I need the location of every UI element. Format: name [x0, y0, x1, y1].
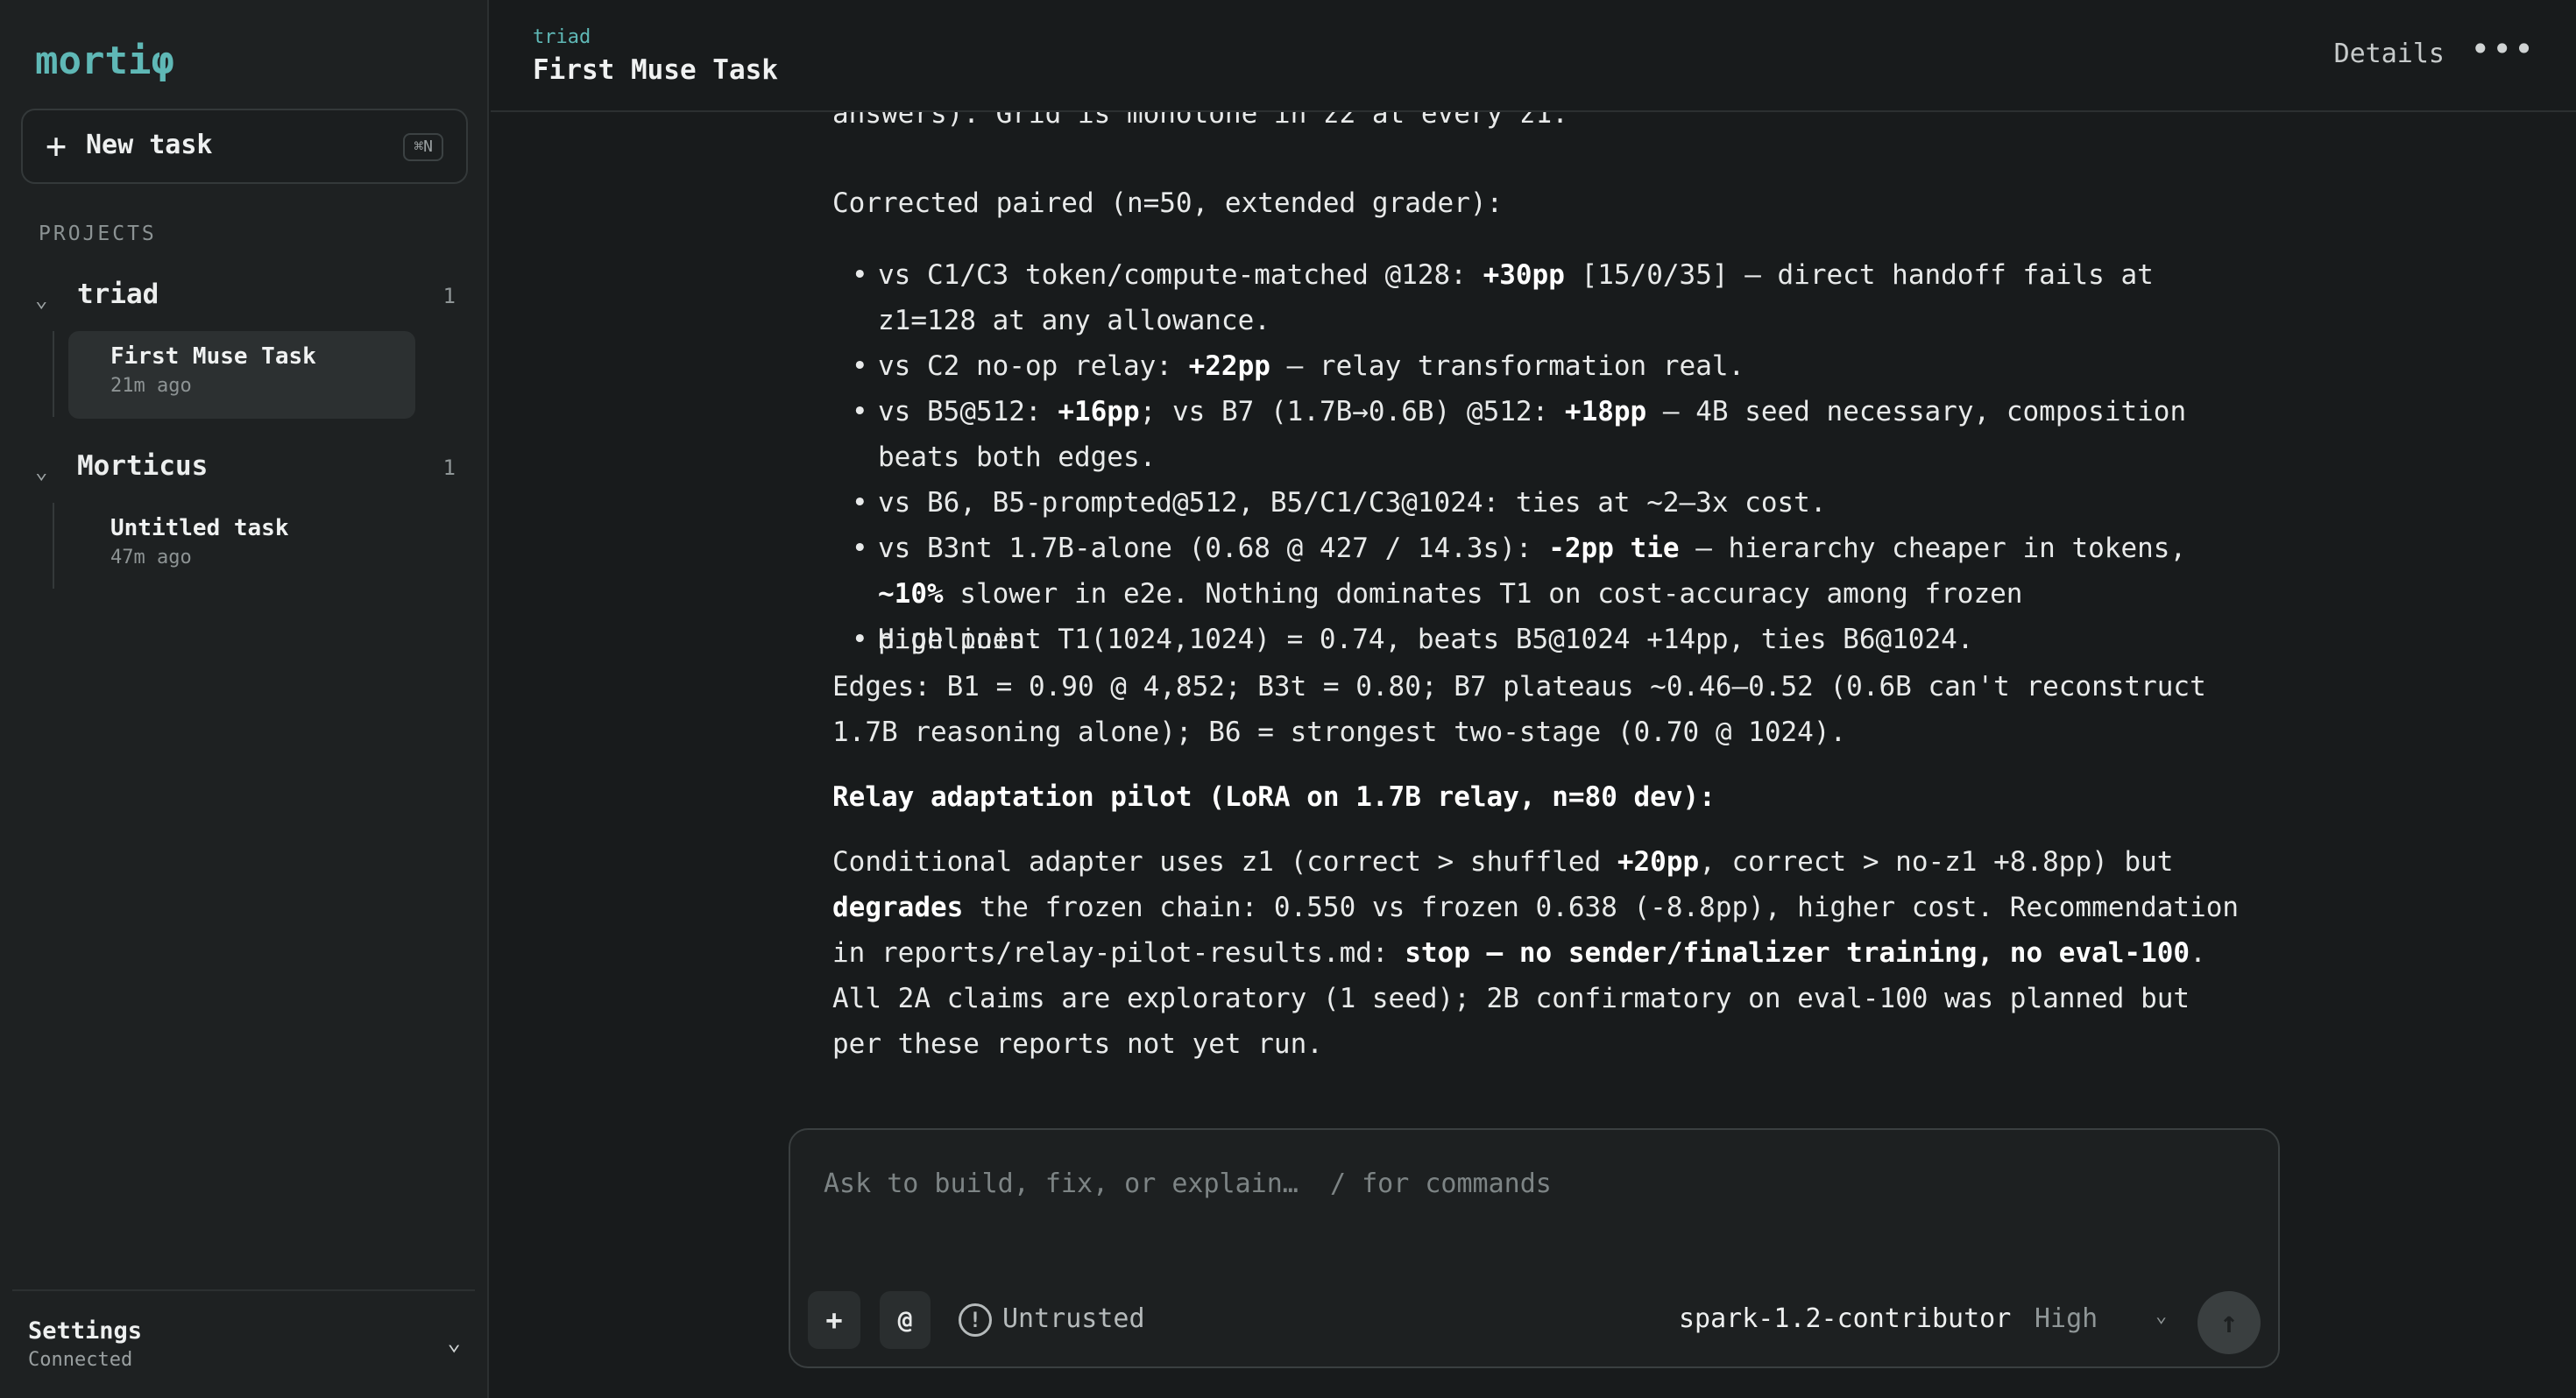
tree-line [53, 331, 54, 417]
project-triad[interactable]: ⌄ triad 1 [35, 277, 456, 315]
relay-paragraph: Conditional adapter uses z1 (correct > s… [832, 846, 2240, 969]
settings-panel[interactable]: Settings Connected ⌄ [12, 1289, 475, 1398]
relay-heading: Relay adaptation pilot (LoRA on 1.7B rel… [832, 781, 1716, 813]
more-horizontal-icon[interactable]: ••• [2470, 30, 2536, 68]
exclamation-circle-icon: ! [959, 1303, 992, 1337]
list-item: • vs C1/C3 token/compute-matched @128: +3… [852, 252, 2192, 343]
bullet-dot: • [852, 624, 868, 655]
prompt-input[interactable] [822, 1161, 2224, 1205]
project-task-count: 1 [442, 284, 456, 308]
edges-paragraph: Edges: B1 = 0.90 @ 4,852; B3t = 0.80; B7… [832, 671, 2206, 748]
new-task-button[interactable]: + New task ⌘N [21, 109, 468, 184]
top-bar: triad First Muse Task Details ••• [491, 0, 2576, 112]
page-title: First Muse Task [533, 54, 778, 86]
task-item-first-muse-task[interactable]: First Muse Task 21m ago [68, 331, 415, 419]
chevron-down-icon[interactable]: ⌄ [447, 1330, 461, 1356]
project-morticus[interactable]: ⌄ Morticus 1 [35, 448, 456, 487]
attach-button[interactable]: + [808, 1291, 860, 1349]
projects-heading: PROJECTS [39, 222, 157, 245]
task-time: 47m ago [110, 547, 192, 568]
list-item: • vs C2 no-op relay: +22pp — relay transf… [852, 343, 2192, 389]
send-button[interactable]: ↑ [2197, 1291, 2261, 1354]
bullet-dot: • [852, 350, 868, 382]
model-selector[interactable]: spark-1.2-contributor [1679, 1303, 2011, 1334]
bullet-dot: • [852, 396, 868, 427]
bullet-dot: • [852, 487, 868, 519]
closing-paragraph: All 2A claims are exploratory (1 seed); … [832, 983, 2190, 1060]
partial-line: answers). Grid is monotone in z2 at ever… [832, 112, 1568, 130]
tree-line [53, 503, 54, 589]
chevron-down-icon[interactable]: ⌄ [35, 459, 47, 484]
effort-selector[interactable]: High [2035, 1303, 2098, 1334]
list-item: • High point T1(1024,1024) = 0.74, beats … [852, 617, 2192, 662]
chevron-down-icon[interactable]: ⌄ [35, 287, 47, 312]
task-title: Untitled task [110, 515, 289, 541]
sidebar: mortiφ + New task ⌘N PROJECTS ⌄ triad 1 … [0, 0, 489, 1398]
connection-status: Connected [28, 1349, 133, 1371]
message-content: answers). Grid is monotone in z2 at ever… [832, 112, 2252, 1119]
shortcut-badge: ⌘N [403, 133, 443, 161]
details-button[interactable]: Details [2334, 39, 2445, 69]
chevron-down-icon[interactable]: ⌄ [2155, 1305, 2167, 1327]
list-item: • vs B5@512: +16pp; vs B7 (1.7B→0.6B) @51… [852, 389, 2192, 480]
message-composer: + @ ! Untrusted spark-1.2-contributor Hi… [789, 1128, 2280, 1368]
breadcrumb[interactable]: triad [533, 26, 591, 48]
new-task-label: New task [86, 130, 213, 160]
task-time: 21m ago [110, 375, 192, 397]
task-title: First Muse Task [110, 343, 316, 370]
bullet-dot: • [852, 533, 868, 564]
list-item: • vs B6, B5-prompted@512, B5/C1/C3@1024: … [852, 480, 2192, 526]
project-name: Morticus [77, 450, 209, 482]
project-task-count: 1 [442, 455, 456, 480]
mention-button[interactable]: @ [880, 1291, 931, 1349]
settings-label: Settings [28, 1317, 143, 1345]
plus-icon: + [46, 126, 67, 166]
task-item-untitled-task[interactable]: Untitled task 47m ago [68, 503, 415, 590]
bullet-dot: • [852, 259, 868, 291]
trust-mode-label: Untrusted [1002, 1303, 1145, 1334]
app-logo[interactable]: mortiφ [35, 39, 174, 83]
project-name: triad [77, 279, 159, 310]
paired-heading: Corrected paired (n=50, extended grader)… [832, 187, 1504, 219]
